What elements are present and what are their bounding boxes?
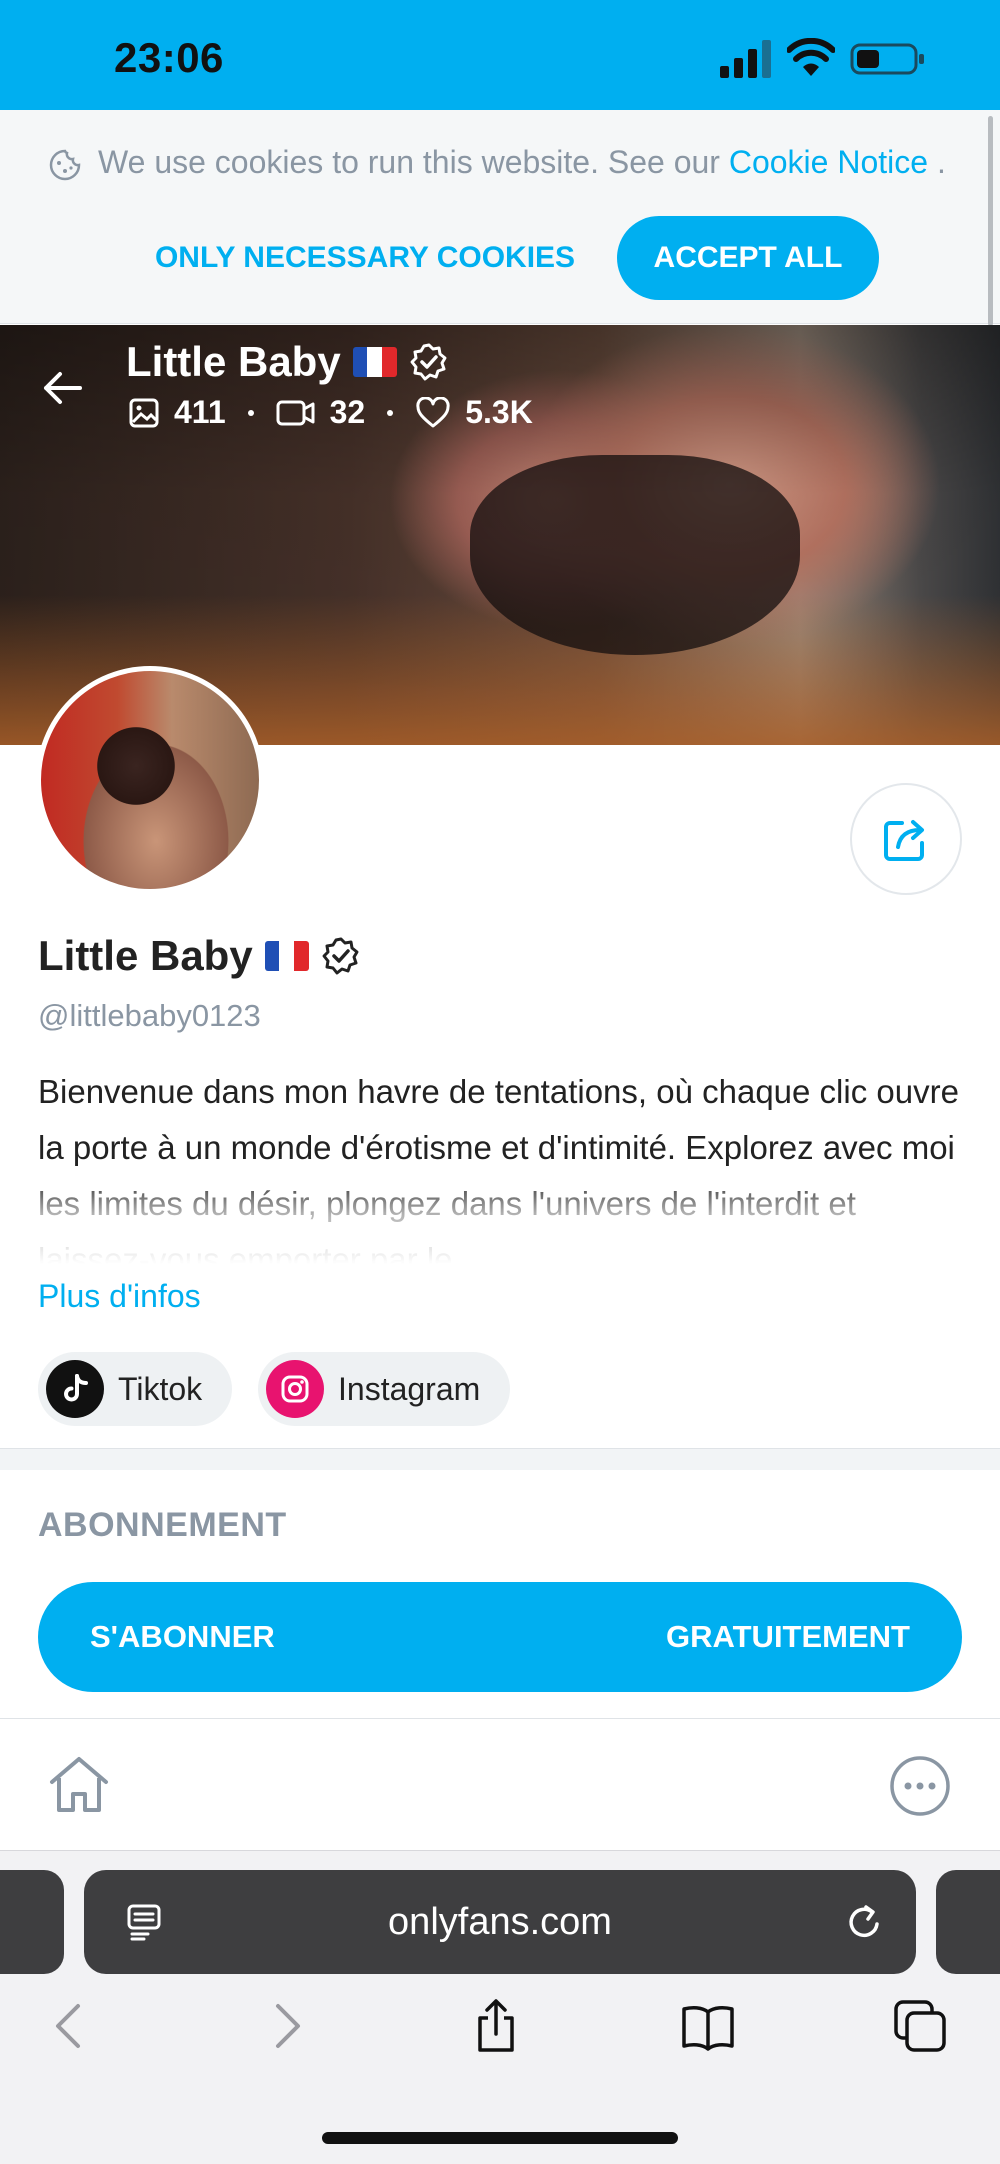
scrollbar[interactable] xyxy=(988,116,993,326)
back-arrow-icon[interactable] xyxy=(40,366,84,410)
subscribe-label: S'ABONNER xyxy=(90,1619,275,1654)
profile-name: Little Baby xyxy=(38,932,361,980)
tiktok-link[interactable]: Tiktok xyxy=(38,1352,233,1426)
heart-icon xyxy=(416,396,450,427)
next-tab[interactable] xyxy=(936,1870,1000,1974)
cookie-notice-link[interactable]: Cookie Notice xyxy=(729,144,928,180)
bio-text: Bienvenue dans mon havre de tentations, … xyxy=(38,1073,959,1264)
header-stats: 411 32 5.3K xyxy=(128,394,533,431)
stat-separator xyxy=(387,409,394,416)
subscription-title: ABONNEMENT xyxy=(38,1506,287,1544)
bookmarks-icon[interactable] xyxy=(680,1998,736,2054)
home-indicator xyxy=(322,2132,678,2144)
subscribe-price: GRATUITEMENT xyxy=(666,1619,910,1654)
photo-icon xyxy=(129,398,159,427)
video-count: 32 xyxy=(329,394,366,430)
more-info-link[interactable]: Plus d'infos xyxy=(38,1278,201,1315)
france-flag-icon xyxy=(352,347,397,377)
username: @littlebaby0123 xyxy=(38,998,261,1033)
share-sheet-icon[interactable] xyxy=(468,1998,524,2054)
more-options-icon[interactable] xyxy=(888,1754,952,1818)
cookie-message: We use cookies to run this website. See … xyxy=(98,144,729,180)
only-necessary-cookies-button[interactable]: ONLY NECESSARY COOKIES xyxy=(150,216,580,300)
tiktok-icon xyxy=(46,1360,104,1418)
instagram-icon xyxy=(266,1360,324,1418)
france-flag-icon xyxy=(264,941,309,971)
cookie-suffix: . xyxy=(928,144,946,180)
section-divider xyxy=(0,1448,1000,1470)
bottom-nav xyxy=(0,1718,1000,1850)
instagram-label: Instagram xyxy=(338,1370,481,1407)
page-menu-icon[interactable] xyxy=(124,1902,164,1942)
cookie-icon xyxy=(49,149,81,181)
previous-tab[interactable] xyxy=(0,1870,64,1974)
signal-icon xyxy=(720,40,771,78)
accept-all-button[interactable]: ACCEPT ALL xyxy=(617,216,879,300)
back-icon[interactable] xyxy=(42,1998,98,2054)
profile-name-text: Little Baby xyxy=(38,932,253,979)
wifi-icon xyxy=(787,38,835,76)
forward-icon[interactable] xyxy=(258,1998,314,2054)
likes-count: 5.3K xyxy=(465,394,533,430)
verified-badge-icon xyxy=(322,937,359,975)
header-name: Little Baby xyxy=(126,338,449,386)
stat-separator xyxy=(247,409,254,416)
photo-count: 411 xyxy=(174,394,226,430)
home-icon[interactable] xyxy=(46,1752,112,1818)
verified-badge-icon xyxy=(410,343,447,381)
share-icon xyxy=(884,820,924,861)
tiktok-label: Tiktok xyxy=(118,1370,203,1407)
subscribe-button[interactable]: S'ABONNER GRATUITEMENT xyxy=(38,1582,962,1692)
tabs-icon[interactable] xyxy=(892,1998,948,2054)
share-button[interactable] xyxy=(850,783,962,895)
header-name-text: Little Baby xyxy=(126,338,341,385)
video-icon xyxy=(276,400,315,425)
status-time: 23:06 xyxy=(114,34,224,81)
url-text[interactable]: onlyfans.com xyxy=(84,1870,916,1974)
reload-icon[interactable] xyxy=(842,1900,886,1944)
cookie-text: We use cookies to run this website. See … xyxy=(98,144,946,181)
instagram-link[interactable]: Instagram xyxy=(258,1352,511,1426)
battery-icon xyxy=(850,43,924,75)
avatar[interactable] xyxy=(36,666,264,894)
